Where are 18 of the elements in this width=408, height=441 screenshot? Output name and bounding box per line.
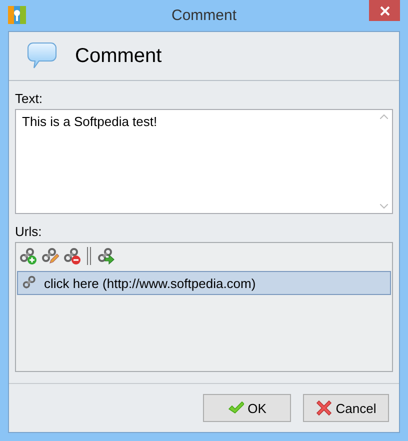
ok-button[interactable]: OK [203, 394, 291, 422]
text-label: Text: [15, 91, 44, 106]
link-add-icon[interactable] [19, 247, 37, 265]
cancel-button[interactable]: Cancel [303, 394, 389, 422]
dialog-heading: Comment [75, 44, 162, 68]
close-button[interactable] [369, 0, 400, 21]
url-item[interactable]: click here (http://www.softpedia.com) [17, 271, 391, 295]
check-icon [228, 400, 244, 416]
cross-icon [316, 400, 332, 416]
urls-label: Urls: [15, 224, 43, 239]
close-icon [380, 6, 390, 16]
link-edit-icon[interactable] [41, 247, 59, 265]
app-icon [8, 6, 26, 24]
speech-bubble-icon [27, 42, 57, 70]
link-icon [22, 275, 38, 291]
link-remove-icon[interactable] [63, 247, 81, 265]
window-title: Comment [171, 7, 237, 24]
link-arrow-icon[interactable] [97, 247, 115, 265]
